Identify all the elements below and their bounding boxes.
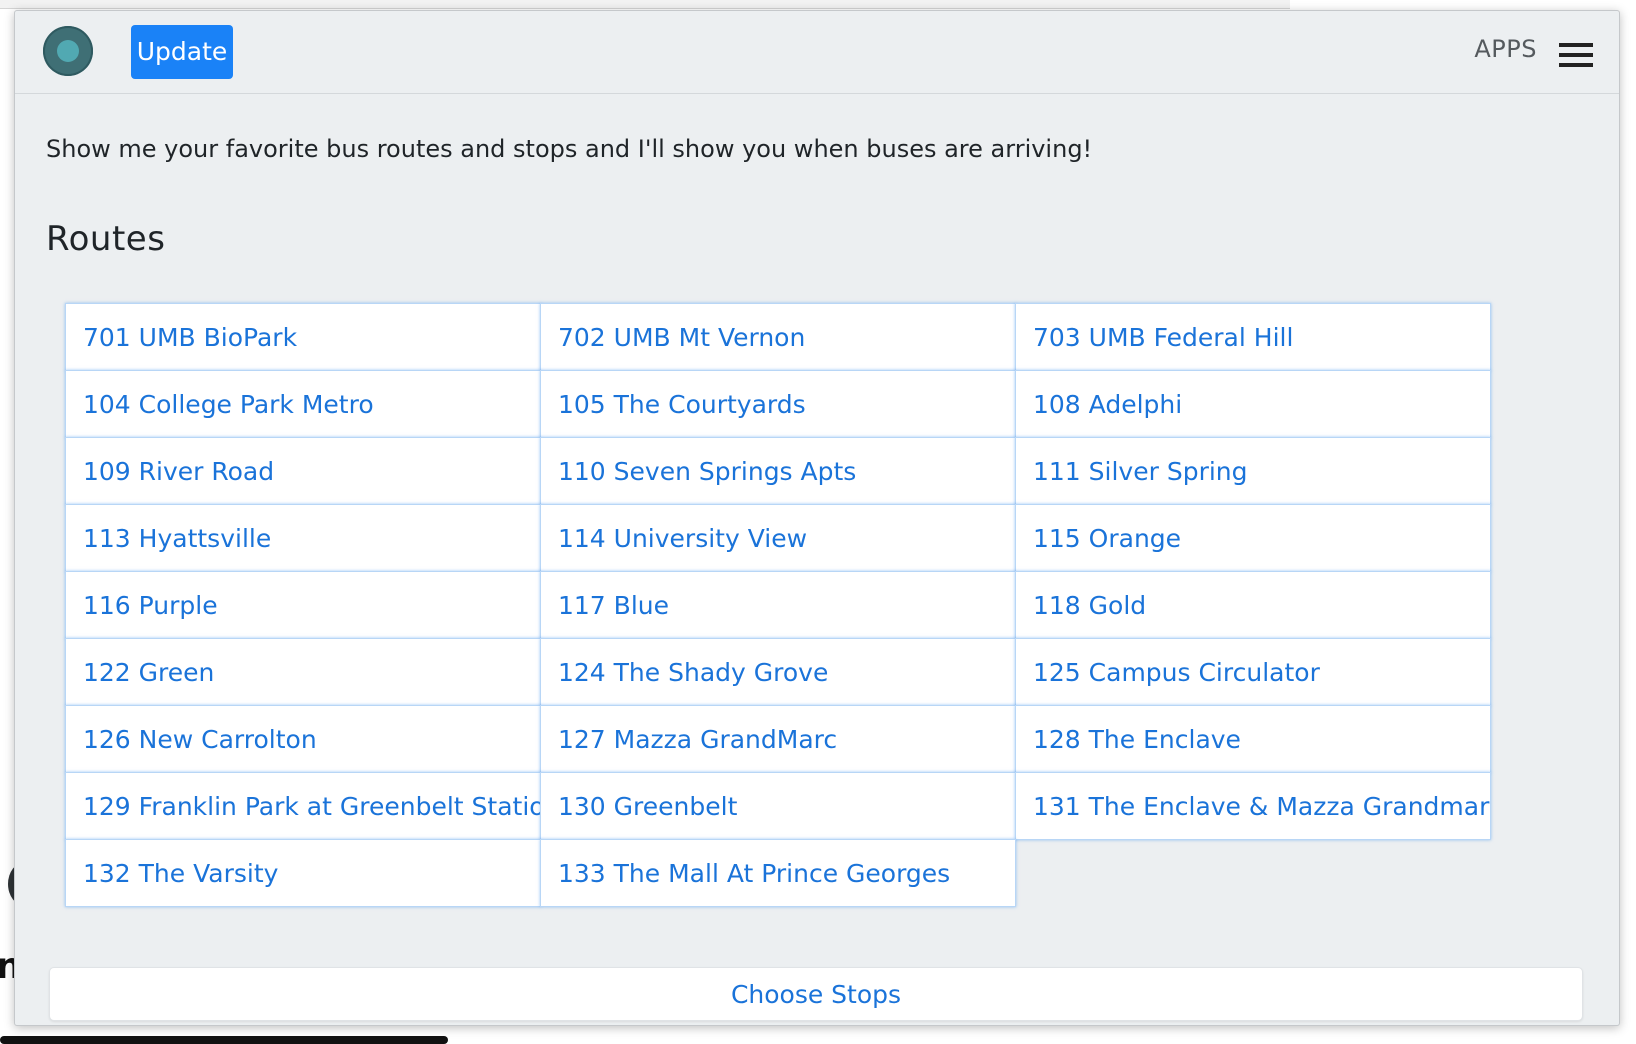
route-item[interactable]: 703 UMB Federal Hill xyxy=(1015,303,1491,371)
route-item[interactable]: 124 The Shady Grove xyxy=(540,638,1016,706)
background-text-fragment: n xyxy=(0,946,22,987)
hamburger-menu-icon[interactable] xyxy=(1559,43,1593,67)
route-item[interactable]: 701 UMB BioPark xyxy=(65,303,541,371)
background-scrollbar xyxy=(0,1036,448,1044)
route-item[interactable]: 108 Adelphi xyxy=(1015,370,1491,438)
route-item[interactable]: 115 Orange xyxy=(1015,504,1491,572)
route-item[interactable]: 105 The Courtyards xyxy=(540,370,1016,438)
logo-center xyxy=(57,40,79,62)
route-item[interactable]: 130 Greenbelt xyxy=(540,772,1016,840)
popup-header: Update APPS xyxy=(15,11,1619,94)
route-item[interactable]: 110 Seven Springs Apts xyxy=(540,437,1016,505)
route-item[interactable]: 122 Green xyxy=(65,638,541,706)
route-item[interactable]: 127 Mazza GrandMarc xyxy=(540,705,1016,773)
route-item[interactable]: 131 The Enclave & Mazza Grandmarc xyxy=(1015,772,1491,840)
route-item[interactable]: 118 Gold xyxy=(1015,571,1491,639)
route-item[interactable]: 132 The Varsity xyxy=(65,839,541,907)
intro-text: Show me your favorite bus routes and sto… xyxy=(46,135,1093,163)
background-browser-bar xyxy=(0,0,1290,9)
route-item[interactable]: 104 College Park Metro xyxy=(65,370,541,438)
route-item[interactable]: 117 Blue xyxy=(540,571,1016,639)
update-button[interactable]: Update xyxy=(131,25,233,79)
route-item[interactable]: 114 University View xyxy=(540,504,1016,572)
route-item[interactable]: 126 New Carrolton xyxy=(65,705,541,773)
route-item[interactable]: 113 Hyattsville xyxy=(65,504,541,572)
route-item[interactable]: 116 Purple xyxy=(65,571,541,639)
route-item[interactable]: 133 The Mall At Prince Georges xyxy=(540,839,1016,907)
extension-popup: Update APPS Show me your favorite bus ro… xyxy=(14,10,1620,1026)
route-item[interactable]: 129 Franklin Park at Greenbelt Station xyxy=(65,772,541,840)
route-item[interactable]: 702 UMB Mt Vernon xyxy=(540,303,1016,371)
route-item[interactable]: 128 The Enclave xyxy=(1015,705,1491,773)
apps-link[interactable]: APPS xyxy=(1474,35,1537,63)
choose-stops-button[interactable]: Choose Stops xyxy=(49,967,1583,1021)
transit-logo-icon xyxy=(43,26,93,76)
route-item[interactable]: 125 Campus Circulator xyxy=(1015,638,1491,706)
routes-heading: Routes xyxy=(46,219,166,259)
route-item[interactable]: 109 River Road xyxy=(65,437,541,505)
route-item[interactable]: 111 Silver Spring xyxy=(1015,437,1491,505)
